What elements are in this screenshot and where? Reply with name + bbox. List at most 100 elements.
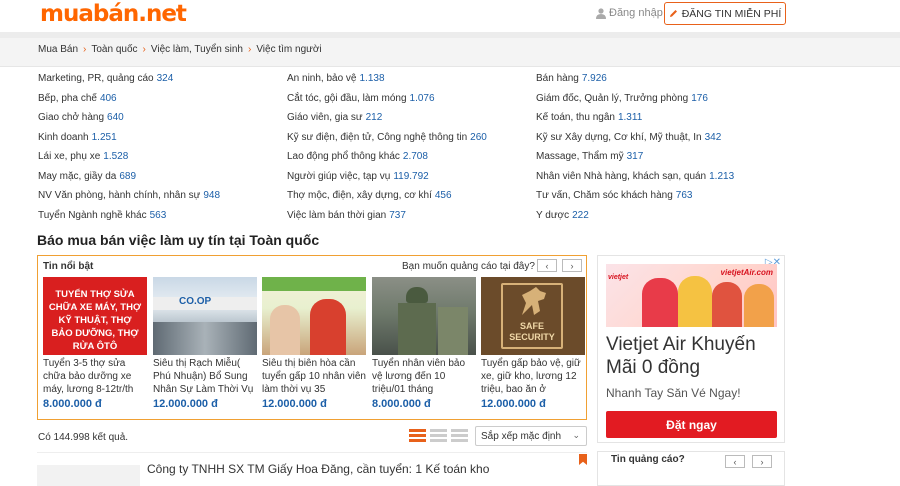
section-title: Báo mua bán việc làm uy tín tại Toàn quố… (37, 232, 320, 248)
card-price: 12.000.000 đ (481, 398, 546, 410)
advertise-here-link[interactable]: Bạn muốn quảng cáo tại đây? (402, 261, 535, 272)
ad-next-button[interactable]: › (752, 455, 772, 468)
category-count: 317 (626, 151, 644, 162)
ad-logo-small: vietjet (608, 274, 629, 281)
chevron-left-icon: ‹ (733, 456, 737, 467)
compact-view-icon[interactable] (430, 428, 447, 443)
category-name: Giáo viên, gia sư (287, 112, 363, 123)
category-name: Y dược (536, 210, 570, 221)
category-name: Cắt tóc, gội đầu, làm móng (287, 93, 407, 104)
category-count: 260 (470, 132, 487, 143)
category-name: Tư vấn, Chăm sóc khách hàng (536, 190, 673, 201)
category-link[interactable]: An ninh, bảo vệ 1.138 (287, 73, 385, 84)
category-count: 212 (365, 112, 383, 123)
category-link[interactable]: Kỹ sư Xây dựng, Cơ khí, Mỹ thuật, In 342 (536, 132, 721, 143)
site-logo[interactable]: muabán.net (40, 1, 187, 27)
breadcrumb-item-current[interactable]: Việc tìm người (256, 44, 321, 55)
listing-title[interactable]: Công ty TNHH SX TM Giấy Hoa Đăng, cần tu… (147, 462, 489, 476)
ad-subtitle: Nhanh Tay Săn Vé Ngay! (606, 386, 741, 400)
category-link[interactable]: Tuyển Ngành nghề khác 563 (38, 210, 166, 221)
category-link[interactable]: NV Văn phòng, hành chính, nhân sự 948 (38, 190, 220, 201)
category-count: 1.528 (103, 151, 129, 162)
featured-listings: Tin nổi bật Bạn muốn quảng cáo tại đây? … (37, 255, 587, 420)
category-link[interactable]: Bếp, pha chế 406 (38, 93, 117, 104)
chevron-right-icon: › (570, 260, 574, 271)
category-link[interactable]: Kỹ sư điện, điện tử, Công nghệ thông tin… (287, 132, 487, 143)
post-free-listing-button[interactable]: ĐĂNG TIN MIỄN PHÍ (664, 2, 786, 25)
featured-next-button[interactable]: › (562, 259, 582, 272)
ad-brand-logo: vietjetAir.com (720, 268, 773, 277)
sort-select[interactable]: Sắp xếp mặc định ⌄ (475, 426, 587, 446)
card-price: 8.000.000 đ (43, 398, 102, 410)
login-label: Đăng nhập (609, 7, 663, 19)
category-count: 176 (691, 93, 708, 104)
ad-slot-label: Tin quảng cáo? (611, 454, 685, 465)
category-link[interactable]: Tư vấn, Chăm sóc khách hàng 763 (536, 190, 692, 201)
category-link[interactable]: May mặc, giầy da 689 (38, 171, 136, 182)
login-link[interactable]: Đăng nhập (596, 7, 663, 19)
category-link[interactable]: Giáo viên, gia sư 212 (287, 112, 382, 123)
breadcrumb-item-home[interactable]: Mua Bán (38, 44, 78, 55)
ad-slot: Tin quảng cáo? ‹ › (597, 451, 785, 486)
category-link[interactable]: Giám đốc, Quản lý, Trưởng phòng 176 (536, 93, 708, 104)
featured-card[interactable]: TUYỂN THỢ SỬA CHỮA XE MÁY, THỢ KỸ THUẬT,… (43, 277, 147, 410)
ad-book-now-button[interactable]: Đặt ngay (606, 411, 777, 438)
sort-select-value: Sắp xếp mặc định (481, 430, 562, 442)
category-count: 1.311 (617, 112, 643, 123)
category-name: Lái xe, phụ xe (38, 151, 101, 162)
results-count: Có 144.998 kết quả. (38, 432, 129, 443)
category-count: 763 (675, 190, 693, 201)
category-name: May mặc, giầy da (38, 171, 117, 182)
category-link[interactable]: Kinh doanh 1.251 (38, 132, 117, 143)
featured-card[interactable]: CO.OP Siêu thị Rạch Miễu( Phú Nhuận) Bổ … (153, 277, 257, 410)
category-link[interactable]: Thợ mộc, điện, xây dựng, cơ khí 456 (287, 190, 452, 201)
category-name: NV Văn phòng, hành chính, nhân sự (38, 190, 201, 201)
breadcrumb: Mua Bán › Toàn quốc › Việc làm, Tuyển si… (38, 44, 322, 55)
vietjet-ad[interactable]: ▷✕ vietjet vietjetAir.com Vietjet Air Kh… (597, 255, 785, 443)
card-title: Tuyển nhân viên bảo vệ lương đến 10 triệ… (372, 358, 466, 395)
category-link[interactable]: Y dược 222 (536, 210, 589, 221)
category-link[interactable]: Lái xe, phụ xe 1.528 (38, 151, 128, 162)
category-count: 222 (572, 210, 589, 221)
featured-card[interactable]: Siêu thị biên hòa cần tuyển gấp 10 nhân … (262, 277, 366, 410)
category-name: Người giúp việc, tạp vụ (287, 171, 391, 182)
category-count: 7.926 (581, 73, 607, 84)
category-name: Bếp, pha chế (38, 93, 97, 104)
category-link[interactable]: Nhân viên Nhà hàng, khách sạn, quán 1.213 (536, 171, 734, 182)
featured-card[interactable]: SAFE SECURITY Tuyển gấp bảo vệ, giữ xe, … (481, 277, 585, 410)
category-name: Kinh doanh (38, 132, 89, 143)
bookmark-icon[interactable] (579, 454, 587, 465)
ad-prev-button[interactable]: ‹ (725, 455, 745, 468)
category-count: 2.708 (402, 151, 428, 162)
card-price: 12.000.000 đ (262, 398, 327, 410)
ad-banner-image: vietjet vietjetAir.com (606, 264, 777, 327)
category-name: Thợ mộc, điện, xây dựng, cơ khí (287, 190, 432, 201)
category-link[interactable]: Marketing, PR, quảng cáo 324 (38, 73, 173, 84)
category-count: 563 (149, 210, 167, 221)
category-link[interactable]: Giao chở hàng 640 (38, 112, 124, 123)
category-link[interactable]: Lao động phổ thông khác 2.708 (287, 151, 428, 162)
featured-prev-button[interactable]: ‹ (537, 259, 557, 272)
breadcrumb-item-region[interactable]: Toàn quốc (91, 44, 137, 55)
category-link[interactable]: Người giúp việc, tạp vụ 119.792 (287, 171, 429, 182)
card-image (262, 277, 366, 355)
grid-view-icon[interactable] (451, 428, 468, 443)
chevron-left-icon: ‹ (545, 260, 549, 271)
list-view-icon[interactable] (409, 428, 426, 443)
category-link[interactable]: Bán hàng 7.926 (536, 73, 607, 84)
category-link[interactable]: Massage, Thẩm mỹ 317 (536, 151, 643, 162)
category-name: Kỹ sư điện, điện tử, Công nghệ thông tin (287, 132, 468, 143)
category-name: Bán hàng (536, 73, 579, 84)
category-name: Tuyển Ngành nghề khác (38, 210, 147, 221)
featured-card[interactable]: Tuyển nhân viên bảo vệ lương đến 10 triệ… (372, 277, 476, 410)
category-link[interactable]: Kế toán, thu ngân 1.311 (536, 112, 642, 123)
featured-label: Tin nổi bật (43, 261, 94, 272)
category-name: Giao chở hàng (38, 112, 105, 123)
chevron-right-icon: › (247, 44, 252, 55)
category-link[interactable]: Cắt tóc, gội đầu, làm móng 1.076 (287, 93, 435, 104)
category-link[interactable]: Việc làm bán thời gian 737 (287, 210, 406, 221)
breadcrumb-item-category[interactable]: Việc làm, Tuyển sinh (151, 44, 243, 55)
listing-thumbnail[interactable] (37, 465, 140, 486)
category-count: 342 (704, 132, 722, 143)
category-name: Kỹ sư Xây dựng, Cơ khí, Mỹ thuật, In (536, 132, 702, 143)
